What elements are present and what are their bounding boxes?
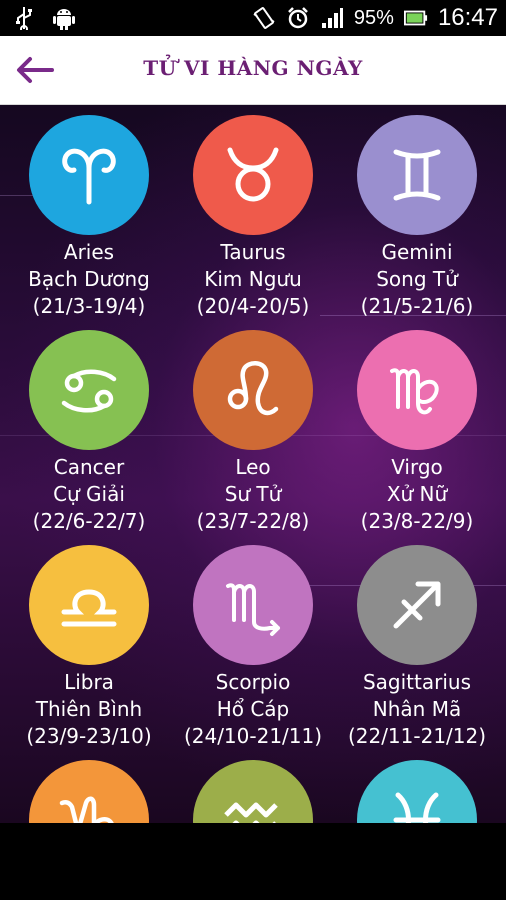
sign-dates: (22/6-22/7) — [32, 509, 146, 533]
aquarius-badge[interactable] — [193, 760, 313, 823]
scorpio-icon — [226, 583, 280, 636]
app-bar: TỬ VI HÀNG NGÀY — [0, 36, 506, 105]
sign-dates: (23/8-22/9) — [360, 509, 474, 533]
zodiac-item-leo[interactable]: Leo Sư Tử (23/7-22/8) — [171, 330, 335, 535]
sign-name: Leo — [235, 455, 271, 479]
bottom-area — [0, 823, 506, 900]
zodiac-item-scorpio[interactable]: Scorpio Hổ Cáp (24/10-21/11) — [171, 545, 335, 750]
leo-icon — [227, 361, 279, 416]
usb-icon — [12, 6, 36, 30]
sagittarius-icon — [393, 581, 441, 629]
sign-name: Scorpio — [215, 670, 291, 694]
sign-vn-name: Xử Nữ — [386, 482, 448, 506]
sign-vn-name: Kim Ngưu — [204, 267, 302, 291]
cancer-icon — [61, 369, 117, 413]
virgo-badge[interactable] — [357, 330, 477, 450]
vibrate-icon — [252, 6, 276, 30]
sign-vn-name: Sư Tử — [224, 482, 282, 506]
zodiac-item-virgo[interactable]: Virgo Xử Nữ (23/8-22/9) — [335, 330, 499, 535]
libra-badge[interactable] — [29, 545, 149, 665]
capricorn-badge[interactable] — [29, 760, 149, 823]
pisces-badge[interactable] — [357, 760, 477, 823]
zodiac-grid-container[interactable]: Aries Bạch Dương (21/3-19/4) Taurus Kim … — [0, 105, 506, 823]
sign-dates: (21/3-19/4) — [32, 294, 146, 318]
sign-name: Aries — [63, 240, 115, 264]
zodiac-item-gemini[interactable]: Gemini Song Tử (21/5-21/6) — [335, 115, 499, 320]
sign-dates: (23/9-23/10) — [26, 724, 152, 748]
zodiac-item-pisces[interactable] — [335, 760, 499, 823]
sign-name: Sagittarius — [362, 670, 471, 694]
sign-dates: (23/7-22/8) — [196, 509, 310, 533]
gemini-badge[interactable] — [357, 115, 477, 235]
aries-icon — [62, 148, 116, 205]
cancer-badge[interactable] — [29, 330, 149, 450]
taurus-badge[interactable] — [193, 115, 313, 235]
android-icon — [52, 6, 76, 30]
sign-dates: (22/11-21/12) — [347, 724, 487, 748]
zodiac-grid: Aries Bạch Dương (21/3-19/4) Taurus Kim … — [0, 115, 506, 823]
signal-icon — [320, 6, 344, 30]
sign-vn-name: Thiên Bình — [35, 697, 143, 721]
aries-badge[interactable] — [29, 115, 149, 235]
status-bar: 95% 16:47 — [0, 0, 506, 36]
sign-name: Virgo — [391, 455, 443, 479]
clock: 16:47 — [437, 4, 498, 31]
zodiac-item-cancer[interactable]: Cancer Cự Giải (22/6-22/7) — [7, 330, 171, 535]
sign-vn-name: Bạch Dương — [28, 267, 150, 291]
capricorn-icon — [59, 796, 114, 823]
virgo-icon — [390, 368, 439, 415]
sign-vn-name: Cự Giải — [53, 482, 125, 506]
sign-dates: (24/10-21/11) — [183, 724, 323, 748]
zodiac-item-capricorn[interactable] — [7, 760, 171, 823]
battery-percent: 95% — [353, 6, 394, 29]
pisces-icon — [393, 792, 441, 823]
sign-dates: (21/5-21/6) — [360, 294, 474, 318]
gemini-icon — [393, 149, 441, 201]
aquarius-icon — [224, 802, 278, 823]
sign-name: Gemini — [381, 240, 453, 264]
sign-dates: (20/4-20/5) — [196, 294, 310, 318]
sign-name: Taurus — [220, 240, 286, 264]
sign-vn-name: Hổ Cáp — [216, 697, 290, 721]
sign-name: Cancer — [53, 455, 125, 479]
zodiac-item-sagittarius[interactable]: Sagittarius Nhân Mã (22/11-21/12) — [335, 545, 499, 750]
libra-icon — [61, 589, 117, 627]
zodiac-item-taurus[interactable]: Taurus Kim Ngưu (20/4-20/5) — [171, 115, 335, 320]
scorpio-badge[interactable] — [193, 545, 313, 665]
leo-badge[interactable] — [193, 330, 313, 450]
page-title: TỬ VI HÀNG NGÀY — [143, 56, 363, 80]
zodiac-item-aries[interactable]: Aries Bạch Dương (21/3-19/4) — [7, 115, 171, 320]
zodiac-item-aquarius[interactable] — [171, 760, 335, 823]
sign-vn-name: Song Tử — [376, 267, 458, 291]
sagittarius-badge[interactable] — [357, 545, 477, 665]
sign-vn-name: Nhân Mã — [372, 697, 462, 721]
alarm-icon — [286, 6, 310, 30]
sign-name: Libra — [64, 670, 114, 694]
zodiac-item-libra[interactable]: Libra Thiên Bình (23/9-23/10) — [7, 545, 171, 750]
taurus-icon — [227, 147, 279, 202]
battery-icon — [403, 6, 428, 30]
